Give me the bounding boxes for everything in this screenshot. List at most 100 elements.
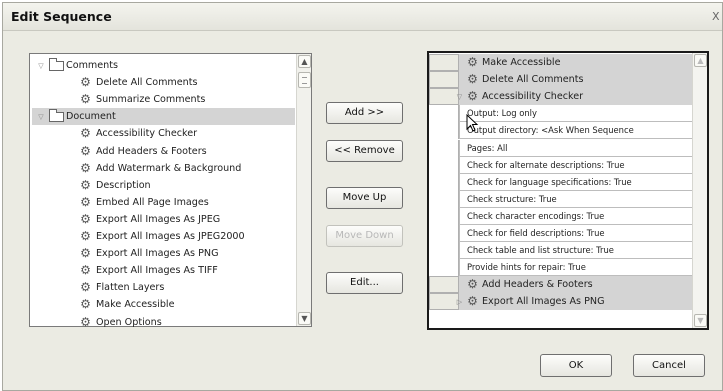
gear-icon: ⚙	[80, 75, 91, 90]
tree-command[interactable]: ⚙ Export All Images As TIFF	[32, 262, 295, 279]
tree-folder[interactable]: ▽ Comments	[32, 57, 295, 74]
close-icon[interactable]: X	[712, 11, 722, 23]
scroll-up-icon[interactable]: ▲	[694, 54, 707, 67]
sequence-parameter[interactable]: Output: Log only	[459, 105, 694, 123]
title-bar: Edit Sequence X	[3, 3, 722, 31]
command-label: Embed All Page Images	[96, 196, 209, 208]
sequence-parameter[interactable]: Check for field descriptions: True	[459, 225, 694, 242]
sequence-parameter[interactable]: Check for alternate descriptions: True	[459, 156, 694, 174]
scroll-up-icon[interactable]: ▲	[298, 55, 311, 68]
tree-command[interactable]: ⚙ Add Watermark & Background	[32, 160, 295, 177]
move-up-button[interactable]: Move Up	[326, 187, 403, 209]
param-indent-cell	[429, 259, 459, 277]
sequence-parameter[interactable]: Provide hints for repair: True	[459, 259, 694, 277]
param-indent-cell	[429, 173, 459, 191]
sequence-list[interactable]: ⚙ Make Accessible ⚙ Delete All Comments ▽ ⚙ Ac…	[427, 51, 709, 330]
gear-icon: ⚙	[467, 72, 478, 87]
step-label: Delete All Comments	[482, 74, 584, 86]
tree-command[interactable]: ⚙ Delete All Comments	[32, 74, 295, 91]
command-label: Make Accessible	[96, 299, 175, 311]
sequence-step[interactable]: ▽ ⚙ Accessibility Checker	[456, 88, 694, 106]
gear-icon: ⚙	[80, 92, 91, 107]
scroll-down-icon[interactable]: ▼	[298, 312, 311, 325]
chevron-down-icon[interactable]: ▽	[456, 93, 463, 101]
add-button[interactable]: Add >>	[326, 102, 403, 124]
sequence-step[interactable]: ⚙ Add Headers & Footers	[459, 276, 694, 294]
tree-command[interactable]: ⚙ Summarize Comments	[32, 91, 295, 108]
gear-icon: ⚙	[80, 143, 91, 158]
tree-command[interactable]: ⚙ Add Headers & Footers	[32, 143, 295, 160]
param-indent-cell	[429, 190, 459, 208]
sequence-step[interactable]: ▷ ⚙ Export All Images As PNG	[456, 293, 694, 311]
tree-command[interactable]: ⚙ Accessibility Checker	[32, 125, 295, 142]
command-label: Export All Images As PNG	[96, 248, 219, 260]
sequence-parameter[interactable]: Pages: All	[459, 139, 694, 157]
chevron-right-icon[interactable]: ▷	[456, 298, 463, 306]
gear-icon: ⚙	[467, 55, 478, 69]
sequence-parameter[interactable]: Output directory: <Ask When Sequence	[459, 122, 694, 140]
param-indent-cell	[429, 242, 459, 260]
tree-command[interactable]: ⚙ Open Options	[32, 314, 295, 331]
step-toggle-cell[interactable]	[429, 71, 459, 89]
command-label: Accessibility Checker	[96, 128, 198, 140]
tree-command[interactable]: ⚙ Export All Images As JPEG2000	[32, 228, 295, 245]
tree-command[interactable]: ⚙ Export All Images As JPEG	[32, 211, 295, 228]
cancel-button[interactable]: Cancel	[633, 354, 705, 377]
folder-icon	[49, 109, 64, 123]
step-toggle-cell[interactable]	[429, 293, 459, 311]
step-toggle-cell[interactable]	[429, 276, 459, 294]
left-scrollbar[interactable]: ▲ ▼	[296, 54, 311, 326]
param-indent-cell	[429, 225, 459, 242]
step-label: Add Headers & Footers	[482, 279, 593, 291]
param-indent-cell	[429, 139, 459, 157]
step-toggle-cell[interactable]	[429, 54, 459, 71]
command-label: Summarize Comments	[96, 94, 206, 106]
scroll-down-icon[interactable]: ▼	[694, 314, 707, 327]
sequence-step[interactable]: ⚙ Delete All Comments	[459, 71, 694, 89]
step-toggle-cell[interactable]	[429, 88, 459, 106]
gear-icon: ⚙	[80, 314, 91, 329]
move-down-button: Move Down	[326, 225, 403, 247]
tree-command[interactable]: ⚙ Flatten Layers	[32, 279, 295, 296]
gear-icon: ⚙	[467, 277, 478, 292]
command-label: Export All Images As TIFF	[96, 265, 218, 277]
chevron-down-icon[interactable]: ▽	[37, 62, 45, 70]
sequence-parameter[interactable]: Check for language specifications: True	[459, 173, 694, 191]
tree-command[interactable]: ⚙ Embed All Page Images	[32, 194, 295, 211]
available-commands-list[interactable]: ▽ Comments ⚙ Delete All Comments ⚙ Summarize …	[29, 53, 312, 328]
gear-icon: ⚙	[467, 89, 478, 104]
gear-icon: ⚙	[80, 211, 91, 226]
command-label: Add Headers & Footers	[96, 145, 207, 157]
tree-command[interactable]: ⚙ Export All Images As PNG	[32, 245, 295, 262]
sequence-parameter[interactable]: Check character encodings: True	[459, 207, 694, 225]
sequence-step[interactable]: ⚙ Make Accessible	[459, 54, 694, 71]
command-label: Delete All Comments	[96, 77, 198, 89]
command-label: Description	[96, 179, 151, 191]
folder-label: Comments	[66, 60, 119, 71]
gear-icon: ⚙	[80, 194, 91, 209]
remove-button[interactable]: << Remove	[326, 140, 403, 162]
command-label: Add Watermark & Background	[96, 162, 242, 174]
dialog-title: Edit Sequence	[11, 9, 112, 24]
tree-folder[interactable]: ▽ Document	[32, 108, 295, 126]
edit-button[interactable]: Edit...	[326, 272, 403, 294]
sequence-parameter[interactable]: Check table and list structure: True	[459, 242, 694, 260]
mouse-pointer-icon	[466, 114, 479, 132]
gear-icon: ⚙	[467, 294, 478, 309]
gear-icon: ⚙	[80, 263, 91, 278]
sequence-parameter[interactable]: Check structure: True	[459, 190, 694, 208]
command-label: Open Options	[96, 316, 162, 328]
right-scrollbar[interactable]: ▲ ▼	[692, 53, 707, 328]
gear-icon: ⚙	[80, 160, 91, 175]
param-indent-cell	[429, 122, 459, 140]
gear-icon: ⚙	[80, 246, 91, 261]
scroll-thumb[interactable]	[298, 72, 311, 88]
param-indent-cell	[429, 105, 459, 123]
ok-button[interactable]: OK	[540, 354, 612, 377]
command-label: Flatten Layers	[96, 282, 165, 294]
tree-command[interactable]: ⚙ Description	[32, 177, 295, 194]
chevron-down-icon[interactable]: ▽	[37, 113, 45, 121]
command-label: Export All Images As JPEG	[96, 213, 221, 225]
step-label: Accessibility Checker	[482, 91, 584, 103]
tree-command[interactable]: ⚙ Make Accessible	[32, 296, 295, 313]
